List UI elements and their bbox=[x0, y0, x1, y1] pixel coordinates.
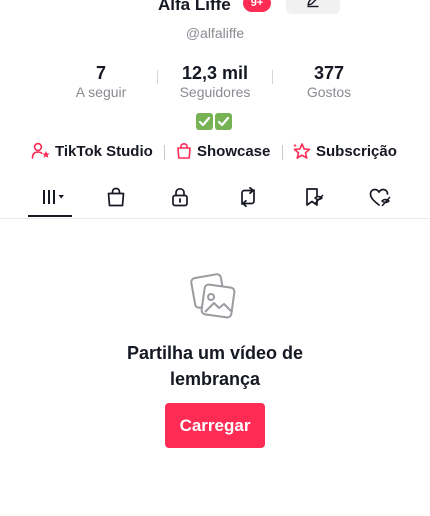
repost-icon bbox=[241, 186, 255, 208]
notification-badge[interactable]: 9+ bbox=[243, 0, 271, 12]
link-separator bbox=[282, 145, 283, 160]
showcase-link[interactable]: Showcase bbox=[175, 142, 270, 160]
tiktok-studio-label: TikTok Studio bbox=[55, 142, 153, 160]
profile-links: TikTok Studio Showcase Subscrição bbox=[0, 142, 430, 164]
shopping-bag-icon bbox=[177, 142, 191, 159]
stat-following[interactable]: 7 A seguir bbox=[66, 62, 136, 100]
profile-stats: 7 A seguir 12,3 mil Seguidores 377 Gosto… bbox=[0, 62, 430, 102]
edit-profile-button[interactable] bbox=[286, 0, 340, 14]
pencil-icon bbox=[307, 0, 319, 8]
showcase-label: Showcase bbox=[197, 142, 271, 160]
shopping-bag-icon bbox=[107, 187, 125, 207]
subscription-label: Subscrição bbox=[316, 142, 397, 160]
upload-button[interactable]: Carregar bbox=[165, 403, 265, 448]
subscription-link[interactable]: Subscrição bbox=[292, 142, 397, 160]
stat-followers-label: Seguidores bbox=[179, 84, 251, 100]
empty-state-title-line1: Partilha um vídeo de bbox=[126, 343, 304, 363]
stat-divider bbox=[157, 70, 158, 84]
stat-divider bbox=[272, 70, 273, 84]
active-tab-indicator bbox=[28, 215, 72, 217]
tiktok-studio-link[interactable]: TikTok Studio bbox=[31, 142, 153, 160]
link-separator bbox=[164, 145, 165, 160]
person-star-icon bbox=[31, 142, 50, 159]
image-gallery-icon bbox=[190, 273, 236, 319]
empty-state-title: Partilha um vídeo de lembrança bbox=[0, 340, 430, 392]
profile-tabs bbox=[0, 178, 430, 219]
tab-liked[interactable] bbox=[358, 182, 402, 212]
check-mark-button-emoji bbox=[215, 113, 232, 130]
stat-followers[interactable]: 12,3 mil Seguidores bbox=[170, 62, 260, 100]
profile-name: Alfa Liffe bbox=[158, 0, 231, 14]
stat-likes-label: Gostos bbox=[306, 84, 352, 100]
profile-header: Alfa Liffe 9+ bbox=[0, 0, 430, 22]
lock-icon bbox=[172, 187, 188, 207]
favorites-bookmark-icon bbox=[306, 188, 324, 206]
stat-followers-value: 12,3 mil bbox=[181, 63, 249, 83]
star-sparkle-icon bbox=[293, 143, 311, 159]
tab-private[interactable] bbox=[158, 182, 202, 212]
check-mark-button-emoji bbox=[196, 113, 213, 130]
empty-state-title-line2: lembrança bbox=[169, 369, 261, 389]
tab-favorites[interactable] bbox=[292, 182, 336, 212]
liked-heart-icon bbox=[369, 188, 391, 207]
tab-shop[interactable] bbox=[94, 182, 138, 212]
tab-reposts[interactable] bbox=[226, 182, 270, 212]
grid-videos-icon bbox=[43, 190, 64, 204]
profile-handle: @alfaliffe bbox=[185, 25, 245, 41]
stat-following-value: 7 bbox=[95, 63, 106, 83]
stat-likes-value: 377 bbox=[313, 63, 345, 83]
stat-following-label: A seguir bbox=[75, 84, 127, 100]
tab-videos[interactable] bbox=[28, 182, 72, 212]
stat-likes[interactable]: 377 Gostos bbox=[294, 62, 364, 100]
bio bbox=[196, 113, 232, 130]
